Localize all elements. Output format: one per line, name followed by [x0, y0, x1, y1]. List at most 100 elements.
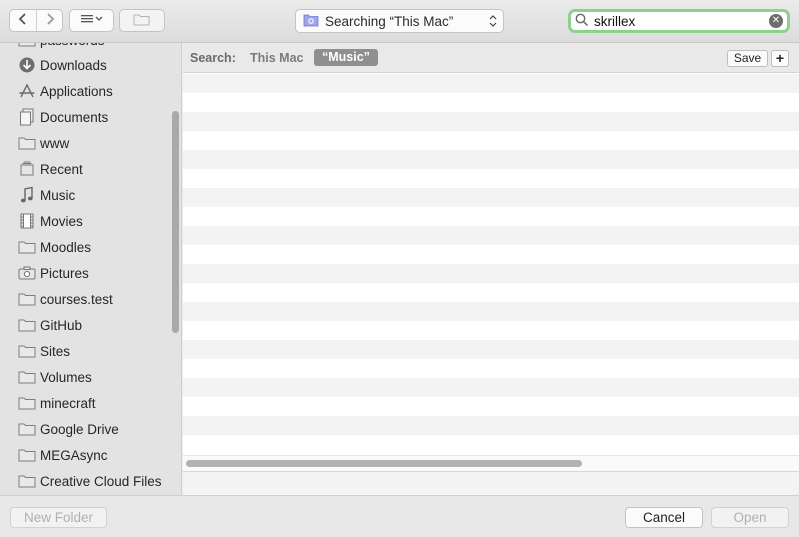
- sidebar-item-www[interactable]: www: [0, 130, 181, 156]
- sidebar-item-recent[interactable]: Recent: [0, 156, 181, 182]
- list-row: [183, 226, 799, 245]
- list-row: [183, 74, 799, 93]
- sidebar-item-label: Downloads: [40, 57, 107, 73]
- sidebar-item-sites[interactable]: Sites: [0, 338, 181, 364]
- sidebar-item-downloads[interactable]: Downloads: [0, 52, 181, 78]
- results-pane: Search: This Mac “Music” Save +: [183, 43, 799, 495]
- folder-icon: [18, 134, 36, 152]
- dialog-button-bar: New Folder Cancel Open: [0, 495, 799, 537]
- scope-this-mac-button[interactable]: This Mac: [250, 51, 304, 65]
- open-button[interactable]: Open: [711, 507, 789, 528]
- sidebar-item-label: Applications: [40, 83, 113, 99]
- sidebar-item-github[interactable]: GitHub: [0, 312, 181, 338]
- sidebar-item-google-drive[interactable]: Google Drive: [0, 416, 181, 442]
- sidebar-item-minecraft[interactable]: minecraft: [0, 390, 181, 416]
- back-button[interactable]: [10, 10, 36, 31]
- location-popup[interactable]: Searching “This Mac”: [295, 9, 504, 33]
- folder-icon: [18, 342, 36, 360]
- list-row: [183, 188, 799, 207]
- search-icon: [575, 13, 589, 30]
- applications-icon: [18, 82, 36, 100]
- sidebar-item-courses-test[interactable]: courses.test: [0, 286, 181, 312]
- sidebar-item-music[interactable]: Music: [0, 182, 181, 208]
- list-row: [183, 131, 799, 150]
- list-row: [183, 416, 799, 435]
- sidebar-item-moodles[interactable]: Moodles: [0, 234, 181, 260]
- sidebar-item-volumes[interactable]: Volumes: [0, 364, 181, 390]
- list-row: [183, 283, 799, 302]
- folder-icon: [133, 13, 151, 29]
- list-row: [183, 302, 799, 321]
- folder-icon: [18, 316, 36, 334]
- path-bar: [183, 471, 799, 495]
- new-folder-button[interactable]: New Folder: [10, 507, 107, 528]
- camera-icon: [18, 264, 36, 282]
- sidebar-item-megasync[interactable]: MEGAsync: [0, 442, 181, 468]
- sidebar-item-label: minecraft: [40, 395, 96, 411]
- sidebar-item-creative-cloud-files[interactable]: Creative Cloud Files: [0, 468, 181, 494]
- search-input[interactable]: skrillex: [594, 14, 635, 29]
- sidebar-item-label: Volumes: [40, 369, 92, 385]
- list-row: [183, 93, 799, 112]
- search-field[interactable]: skrillex ✕: [568, 9, 790, 33]
- horizontal-scroll-thumb[interactable]: [186, 460, 582, 467]
- popup-arrows-icon: [489, 13, 497, 32]
- download-icon: [18, 56, 36, 74]
- chevron-left-icon: [18, 12, 28, 29]
- cancel-button[interactable]: Cancel: [625, 507, 703, 528]
- list-row: [183, 264, 799, 283]
- folder-icon: [18, 368, 36, 386]
- sidebar-item-label: www: [40, 135, 70, 151]
- sidebar-item-label: Creative Cloud Files: [40, 473, 162, 489]
- movies-icon: [18, 212, 36, 230]
- search-scope-bar: Search: This Mac “Music” Save +: [183, 43, 799, 73]
- view-options-button[interactable]: [69, 9, 114, 32]
- sidebar-item-label: Moodles: [40, 239, 92, 255]
- sidebar-item-label: courses.test: [40, 291, 113, 307]
- folder-icon: [18, 472, 36, 490]
- sidebar-item-label: Google Drive: [40, 421, 119, 437]
- folder-icon: [18, 43, 36, 49]
- scope-label: Search:: [190, 51, 236, 65]
- scope-music-button[interactable]: “Music”: [314, 49, 378, 66]
- add-criteria-button[interactable]: +: [771, 50, 789, 67]
- horizontal-scrollbar[interactable]: [183, 455, 799, 471]
- sidebar-item-applications[interactable]: Applications: [0, 78, 181, 104]
- sidebar-item-pictures[interactable]: Pictures: [0, 260, 181, 286]
- folder-icon: [18, 420, 36, 438]
- back-forward-control: [9, 9, 63, 32]
- list-view-icon: [79, 13, 105, 28]
- list-row: [183, 321, 799, 340]
- sidebar: passwords Downloads Applications Documen…: [0, 43, 182, 495]
- list-row: [183, 112, 799, 131]
- results-list: [183, 74, 799, 454]
- toolbar: Searching “This Mac” skrillex ✕: [0, 0, 799, 43]
- folder-icon: [18, 446, 36, 464]
- sidebar-item-label: MEGAsync: [40, 447, 108, 463]
- save-search-button[interactable]: Save: [727, 50, 768, 67]
- list-row: [183, 378, 799, 397]
- new-folder-toolbar-button[interactable]: [119, 9, 165, 32]
- sidebar-scrollbar[interactable]: [172, 111, 179, 333]
- location-popup-label: Searching “This Mac”: [325, 13, 454, 29]
- list-row: [183, 340, 799, 359]
- forward-button[interactable]: [36, 10, 62, 31]
- document-icon: [18, 108, 36, 126]
- list-row: [183, 397, 799, 416]
- sidebar-item-label: Music: [40, 187, 76, 203]
- list-row: [183, 359, 799, 378]
- clear-search-icon[interactable]: ✕: [769, 14, 783, 28]
- list-row: [183, 435, 799, 454]
- sidebar-item-label: Sites: [40, 343, 71, 359]
- sidebar-item-documents[interactable]: Documents: [0, 104, 181, 130]
- chevron-right-icon: [45, 12, 55, 29]
- recent-icon: [18, 160, 36, 178]
- sidebar-item-label: passwords: [40, 43, 105, 48]
- list-row: [183, 245, 799, 264]
- sidebar-item-label: Pictures: [40, 265, 89, 281]
- music-icon: [18, 186, 36, 204]
- list-row: [183, 150, 799, 169]
- sidebar-item-movies[interactable]: Movies: [0, 208, 181, 234]
- sidebar-item-label: GitHub: [40, 317, 83, 333]
- list-row: [183, 169, 799, 188]
